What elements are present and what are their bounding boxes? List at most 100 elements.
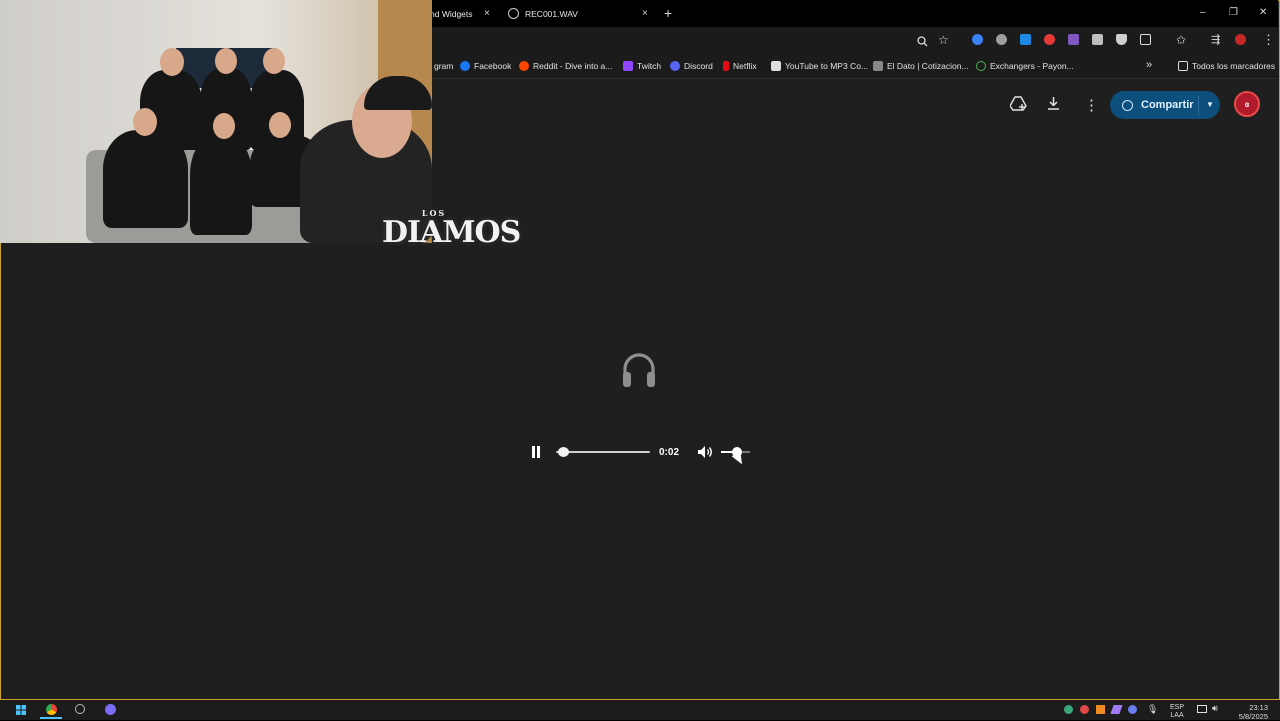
close-icon[interactable]: × [484, 8, 490, 19]
discord-icon [670, 61, 680, 71]
tray-icon[interactable] [1064, 705, 1073, 714]
zoom-icon[interactable] [917, 36, 928, 47]
seek-bar[interactable] [556, 451, 650, 453]
bookmark-label: Reddit - Dive into a... [533, 61, 613, 71]
avatar[interactable]: ɞ [1234, 91, 1260, 117]
webcam-person [190, 135, 252, 235]
tray-icon[interactable] [1128, 705, 1137, 714]
globe-icon [1122, 99, 1133, 111]
extension-icon[interactable] [996, 34, 1007, 45]
bookmark-youtube-mp3[interactable]: YouTube to MP3 Co... [771, 61, 868, 71]
seek-handle[interactable] [557, 447, 569, 457]
globe-icon [508, 8, 519, 19]
webcam-overlay [0, 0, 432, 243]
extension-icon[interactable] [1068, 34, 1079, 45]
close-icon[interactable]: × [642, 8, 648, 19]
bookmark-label: Todos los marcadores [1192, 61, 1276, 71]
puzzle-icon[interactable] [1140, 34, 1151, 45]
bookmark-twitch[interactable]: Twitch [623, 61, 661, 71]
extension-icon[interactable] [1092, 34, 1103, 45]
chevron-down-icon[interactable]: ▼ [1206, 100, 1214, 109]
star-icon[interactable]: ☆ [938, 33, 949, 47]
clock[interactable]: 23:13 5/8/2025 [1234, 703, 1268, 721]
tab-rec001[interactable]: REC001.WAV × [508, 0, 658, 27]
maximize-button[interactable]: ❐ [1229, 7, 1238, 18]
app-icon[interactable] [75, 704, 85, 714]
favorites-icon[interactable]: ✩ [1176, 33, 1186, 47]
bookmark-exchangers[interactable]: Exchangers - Payon... [976, 61, 1074, 71]
extension-icon[interactable] [1044, 34, 1055, 45]
pause-icon-bar [537, 446, 540, 458]
tab-label: nd Widgets [430, 8, 473, 19]
bookmark-instagram[interactable]: gram [434, 61, 453, 71]
webcam-person-head [269, 112, 291, 138]
tray-icon[interactable] [1080, 705, 1089, 714]
extension-icon[interactable] [1020, 34, 1031, 45]
all-bookmarks-folder[interactable]: Todos los marcadores [1178, 61, 1275, 71]
share-label: Compartir [1141, 99, 1194, 111]
bookmark-label: gram [434, 61, 454, 71]
menu-icon[interactable]: ⋮ [1262, 32, 1275, 48]
active-indicator [40, 717, 62, 719]
exchangers-icon [976, 61, 986, 71]
reddit-icon [519, 61, 529, 71]
mp3-icon [771, 61, 781, 71]
webcam-person-head [213, 113, 235, 139]
webcam-person [103, 130, 188, 228]
close-window-button[interactable]: ✕ [1259, 7, 1267, 18]
bookmark-label: Discord [684, 61, 713, 71]
bookmark-reddit[interactable]: Reddit - Dive into a... [519, 61, 612, 71]
profile-icon[interactable] [1235, 34, 1246, 45]
el-dato-icon [873, 61, 883, 71]
microphone-icon[interactable]: 🎙︎ [1147, 704, 1158, 715]
stream-logo: LOS DIAMOS [382, 208, 521, 264]
shield-icon[interactable] [1116, 34, 1127, 45]
language-bottom: LAA [1170, 712, 1184, 719]
bookmark-label: YouTube to MP3 Co... [785, 61, 869, 71]
extension-icon[interactable] [972, 34, 983, 45]
headphones-icon [623, 353, 655, 387]
pause-button[interactable] [531, 446, 541, 458]
bookmark-netflix[interactable]: Netflix [723, 61, 757, 71]
add-to-drive-icon[interactable] [1010, 96, 1027, 111]
app-icon[interactable] [105, 704, 116, 715]
network-icon[interactable] [1197, 705, 1207, 713]
bookmark-el-dato[interactable]: El Dato | Cotizacion... [873, 61, 969, 71]
minimize-button[interactable]: – [1200, 7, 1206, 18]
bookmark-label: El Dato | Cotizacion... [887, 61, 969, 71]
tab-label: REC001.WAV [525, 8, 578, 19]
bookmark-discord[interactable]: Discord [670, 61, 713, 71]
volume-fill [721, 451, 733, 453]
bookmark-label: Twitch [637, 61, 662, 71]
bookmark-label: Exchangers - Payon... [990, 61, 1074, 71]
webcam-person-head [133, 108, 157, 136]
folder-icon [1178, 61, 1188, 71]
volume-icon[interactable] [697, 445, 713, 459]
tray-icon[interactable] [1096, 705, 1105, 714]
webcam-person-head [160, 48, 184, 76]
logo-big-text: DIAMOS [382, 215, 521, 250]
divider [1198, 95, 1199, 115]
new-tab-button[interactable]: + [664, 5, 672, 21]
clock-time: 23:13 [1249, 703, 1268, 712]
webcam-person-head [215, 48, 237, 74]
chrome-icon[interactable] [46, 704, 57, 715]
download-icon[interactable] [1047, 97, 1060, 110]
bookmark-facebook[interactable]: Facebook [460, 61, 511, 71]
webcam-person-head [263, 48, 285, 74]
speaker-icon[interactable]: 🔊︎ [1212, 703, 1218, 714]
share-button[interactable]: Compartir ▼ [1110, 91, 1220, 119]
twitch-icon [623, 61, 633, 71]
more-bookmarks-button[interactable]: » [1146, 59, 1152, 71]
windows-start-icon[interactable] [16, 705, 26, 715]
bookmark-label: Netflix [733, 61, 757, 71]
elapsed-time: 0:02 [659, 447, 680, 458]
tab-widgets[interactable]: nd Widgets × [430, 0, 500, 27]
pause-icon-bar [532, 446, 535, 458]
facebook-icon [460, 61, 470, 71]
language-indicator[interactable]: ESP LAA [1170, 704, 1184, 720]
netflix-icon [723, 61, 729, 71]
bookmark-label: Facebook [474, 61, 512, 71]
more-options-icon[interactable]: ⋮ [1084, 96, 1099, 114]
tab-search-icon[interactable]: ⇶ [1211, 33, 1220, 46]
